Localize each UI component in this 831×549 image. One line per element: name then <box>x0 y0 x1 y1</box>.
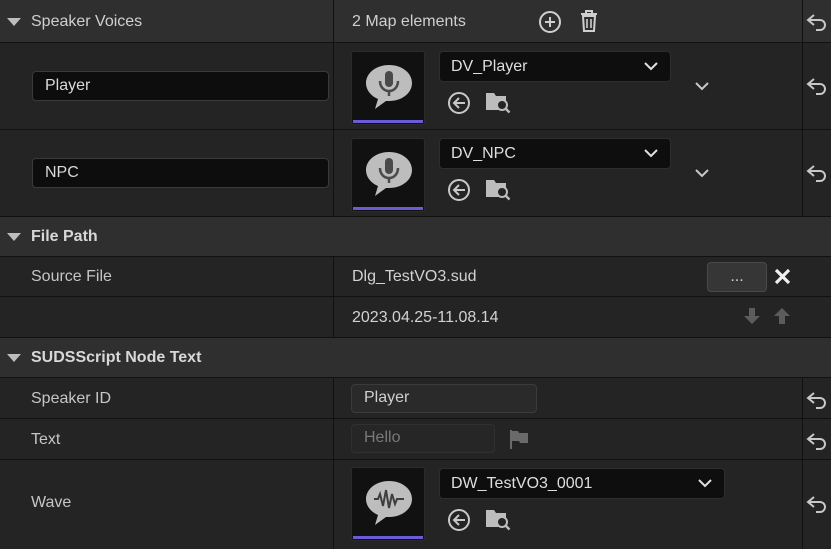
speaker-id-input[interactable]: Player <box>351 384 537 413</box>
asset-thumbnail[interactable] <box>351 138 425 212</box>
browse-to-asset-icon[interactable] <box>485 175 511 201</box>
wave-asset-name: DW_TestVO3_0001 <box>451 475 593 492</box>
collapse-arrow-icon[interactable] <box>7 354 21 362</box>
node-text-title: SUDSScript Node Text <box>31 349 202 366</box>
browse-button[interactable]: ... <box>707 262 767 292</box>
asset-thumbnail[interactable] <box>351 51 425 125</box>
reset-to-default-icon[interactable] <box>806 12 828 32</box>
speaker-id-row: Speaker ID Player <box>0 378 831 419</box>
reset-to-default-icon[interactable] <box>806 390 828 410</box>
collapse-arrow-icon[interactable] <box>7 18 21 26</box>
map-key-input[interactable]: Player <box>32 71 329 101</box>
source-file-value: Dlg_TestVO3.sud <box>352 268 477 285</box>
chevron-down-icon <box>644 62 658 71</box>
collapse-arrow-icon[interactable] <box>7 233 21 241</box>
arrow-down-icon[interactable] <box>743 307 761 325</box>
expand-chevron-icon[interactable] <box>695 168 709 178</box>
browse-to-asset-icon[interactable] <box>485 505 511 531</box>
asset-name: DV_Player <box>451 58 528 75</box>
sound-wave-icon <box>366 481 412 525</box>
timestamp-value: 2023.04.25-11.08.14 <box>352 309 499 326</box>
wave-label: Wave <box>31 494 72 511</box>
asset-picker-combo[interactable]: DV_NPC <box>439 138 671 169</box>
timestamp-row: 2023.04.25-11.08.14 <box>0 297 831 338</box>
source-file-row: Source File Dlg_TestVO3.sud ... <box>0 257 831 297</box>
speaker-voice-entry-player: Player DV_Player <box>0 43 831 130</box>
asset-type-bar <box>353 120 423 123</box>
delete-all-icon[interactable] <box>578 9 600 33</box>
speaker-voices-title: Speaker Voices <box>31 13 143 30</box>
reset-to-default-icon[interactable] <box>806 431 828 451</box>
reset-to-default-icon[interactable] <box>806 494 828 514</box>
node-text-header[interactable]: SUDSScript Node Text <box>0 338 831 378</box>
reset-to-default-icon[interactable] <box>806 76 828 96</box>
arrow-up-icon[interactable] <box>773 307 791 325</box>
reset-to-default-icon[interactable] <box>806 163 828 183</box>
file-path-header[interactable]: File Path <box>0 217 831 257</box>
map-elements-count: 2 Map elements <box>352 13 466 30</box>
asset-name: DV_NPC <box>451 145 516 162</box>
voice-mic-icon <box>366 152 412 196</box>
map-key-input[interactable]: NPC <box>32 158 329 188</box>
column-splitter[interactable] <box>333 0 334 42</box>
localization-flag-icon[interactable] <box>508 428 530 450</box>
wave-thumbnail[interactable] <box>351 467 425 541</box>
use-selected-icon[interactable] <box>447 508 471 532</box>
browse-to-asset-icon[interactable] <box>485 88 511 114</box>
voice-mic-icon <box>366 65 412 109</box>
asset-type-bar <box>353 536 423 539</box>
clear-icon[interactable] <box>774 268 791 285</box>
use-selected-icon[interactable] <box>447 91 471 115</box>
add-element-icon[interactable] <box>538 10 562 34</box>
chevron-down-icon <box>698 479 712 488</box>
chevron-down-icon <box>644 149 658 158</box>
source-file-label: Source File <box>31 268 112 285</box>
use-selected-icon[interactable] <box>447 178 471 202</box>
speaker-id-label: Speaker ID <box>31 390 112 407</box>
expand-chevron-icon[interactable] <box>695 81 709 91</box>
text-label: Text <box>31 431 61 448</box>
file-path-title: File Path <box>31 228 98 245</box>
asset-picker-combo[interactable]: DV_Player <box>439 51 671 82</box>
wave-asset-picker-combo[interactable]: DW_TestVO3_0001 <box>439 468 725 499</box>
asset-type-bar <box>353 207 423 210</box>
text-row: Text Hello <box>0 419 831 460</box>
text-input[interactable]: Hello <box>351 424 495 453</box>
speaker-voices-header[interactable]: Speaker Voices 2 Map elements <box>0 0 831 43</box>
wave-row: Wave DW_TestVO3_0001 <box>0 460 831 549</box>
speaker-voice-entry-npc: NPC DV_NPC <box>0 130 831 217</box>
